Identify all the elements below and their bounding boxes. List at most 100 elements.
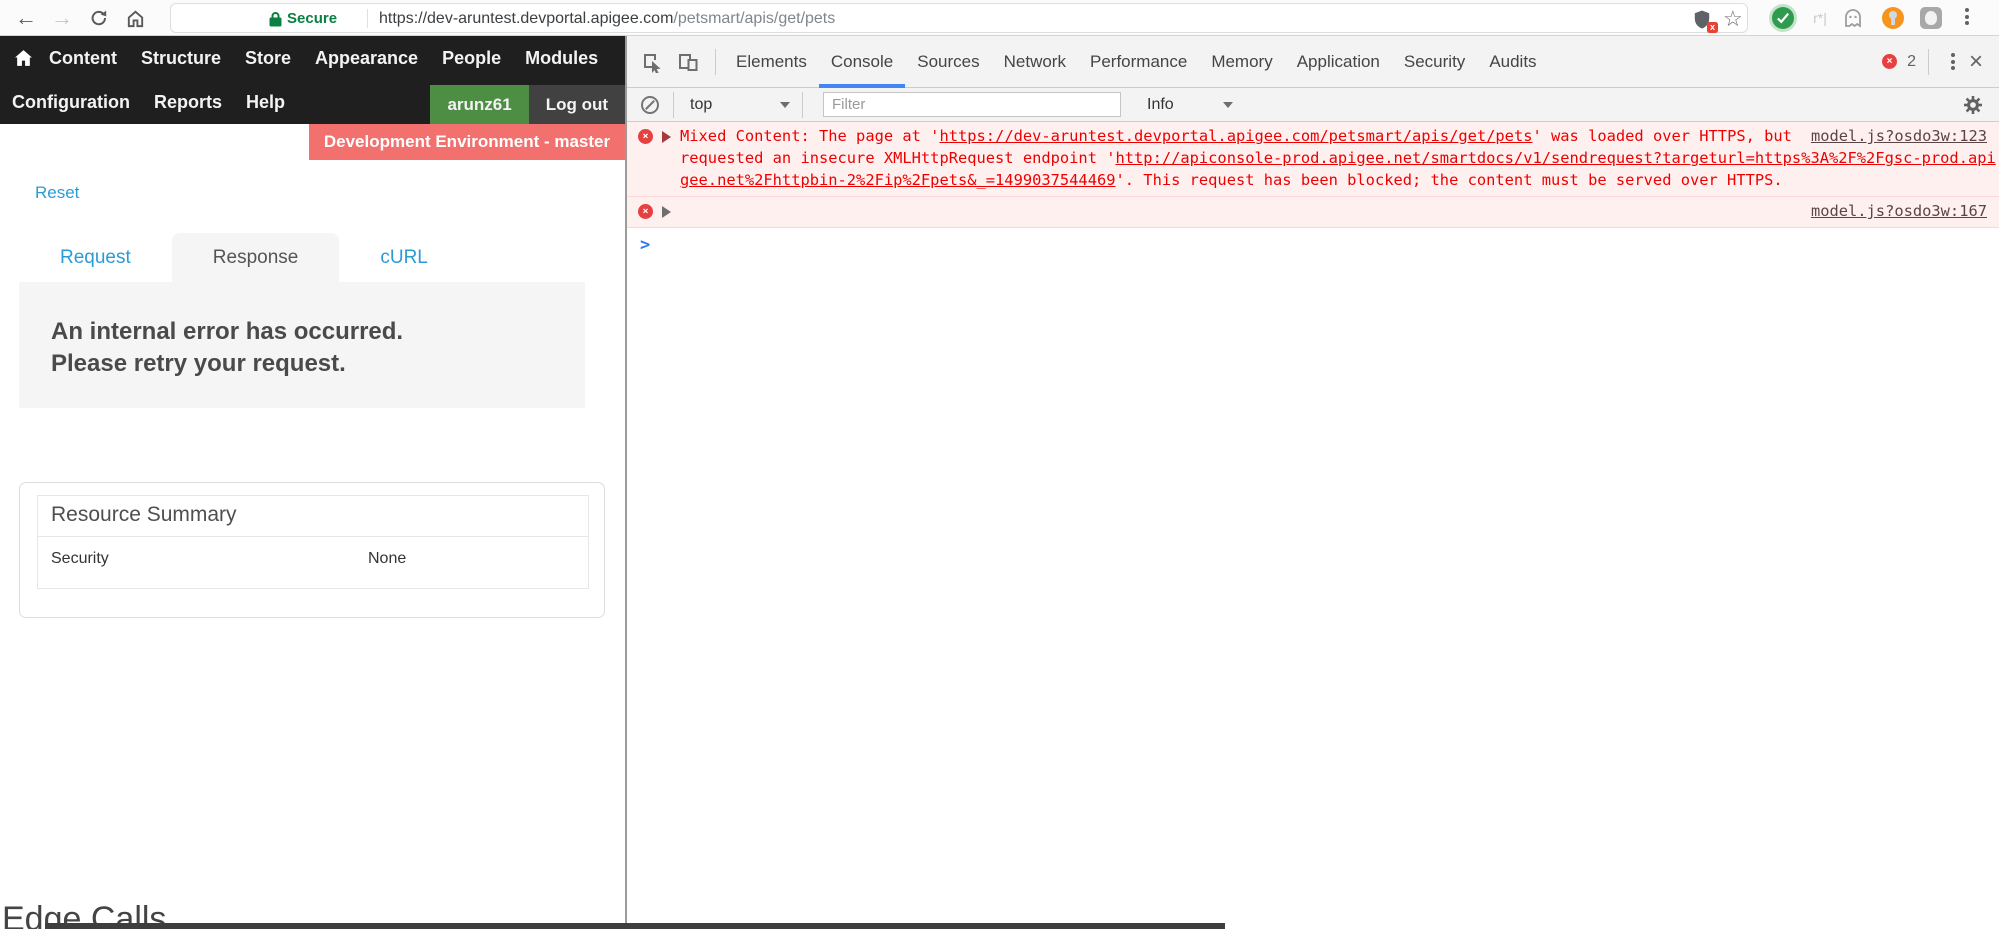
console-message-line: model.js?osdo3w:167 xyxy=(680,200,1987,222)
extension-vpn-icon[interactable] xyxy=(1882,7,1904,29)
devtools-tab-memory[interactable]: Memory xyxy=(1199,36,1284,88)
toolbar-separator xyxy=(1928,49,1929,75)
resource-summary-card: Resource Summary SecurityNone xyxy=(19,482,605,618)
console-toolbar: top Info xyxy=(627,88,1999,122)
chrome-menu-icon[interactable] xyxy=(1964,8,1970,28)
address-bar[interactable]: Secure https://dev-aruntest.devportal.ap… xyxy=(170,3,1748,33)
forward-button[interactable]: → xyxy=(48,0,76,36)
devtools-tab-elements[interactable]: Elements xyxy=(724,36,819,88)
resource-row-value: None xyxy=(368,550,406,568)
devtools-tab-application[interactable]: Application xyxy=(1285,36,1392,88)
error-badge-icon: × xyxy=(1882,54,1897,69)
admin-menu-structure[interactable]: Structure xyxy=(129,48,233,69)
response-panel: An internal error has occurred. Please r… xyxy=(19,282,585,408)
devtools-tabs: ElementsConsoleSourcesNetworkPerformance… xyxy=(724,36,1549,87)
devtools-pane: ElementsConsoleSourcesNetworkPerformance… xyxy=(627,36,1999,929)
devtools-close-icon[interactable]: × xyxy=(1969,50,1983,74)
content-blocked-shield-icon[interactable]: x xyxy=(1693,9,1715,31)
message-text: '. This request has been blocked; the co… xyxy=(1116,171,1783,189)
admin-toolbar-row2: ConfigurationReportsHelp arunz61 Log out xyxy=(0,80,625,124)
devtools-menu-icon[interactable] xyxy=(1947,53,1959,70)
message-url-text: https://dev-aruntest.devportal.apigee.co… xyxy=(939,127,1532,145)
tab-response[interactable]: Response xyxy=(172,233,340,282)
devtools-tab-security[interactable]: Security xyxy=(1392,36,1477,88)
console-message-line: requested an insecure XMLHttpRequest end… xyxy=(680,147,1987,169)
message-text: requested an insecure XMLHttpRequest end… xyxy=(680,149,1116,167)
admin-menu-modules[interactable]: Modules xyxy=(513,48,610,69)
console-settings-gear-icon[interactable] xyxy=(1963,95,1983,115)
error-circle-icon: × xyxy=(638,129,653,144)
url-text: https://dev-aruntest.devportal.apigee.co… xyxy=(379,10,835,28)
home-button[interactable] xyxy=(121,0,149,36)
resource-summary-rows: SecurityNone xyxy=(38,537,588,568)
expand-triangle-icon[interactable] xyxy=(662,131,671,143)
padlock-icon xyxy=(269,11,282,32)
bookmark-star-icon[interactable]: ☆ xyxy=(1723,6,1743,32)
chevron-down-icon xyxy=(780,102,790,108)
console-message-line: model.js?osdo3w:123 Mixed Content: The pa… xyxy=(680,125,1987,147)
resource-summary-table: Resource Summary SecurityNone xyxy=(37,495,589,589)
devtools-tab-audits[interactable]: Audits xyxy=(1477,36,1548,88)
admin-menu-reports[interactable]: Reports xyxy=(142,92,234,113)
log-level-value: Info xyxy=(1147,96,1174,114)
url-path: /petsmart/apis/get/pets xyxy=(673,10,835,27)
console-filter-input[interactable] xyxy=(823,92,1121,117)
extension-check-icon[interactable] xyxy=(1772,7,1794,29)
window-bottom-edge xyxy=(45,923,1225,929)
devtools-tab-performance[interactable]: Performance xyxy=(1078,36,1199,88)
resource-summary-title: Resource Summary xyxy=(38,496,588,537)
extension-gray-icon[interactable] xyxy=(1920,7,1942,29)
devtools-tabbar-right: × 2 × xyxy=(1882,49,1999,75)
environment-banner: Development Environment - master xyxy=(309,124,625,160)
context-selector-dropdown[interactable]: top xyxy=(682,91,800,119)
admin-menu-appearance[interactable]: Appearance xyxy=(303,48,430,69)
admin-menu-configuration[interactable]: Configuration xyxy=(0,92,142,113)
resource-summary-row: SecurityNone xyxy=(38,537,588,568)
admin-menu-content[interactable]: Content xyxy=(37,48,129,69)
admin-toolbar-row1: ContentStructureStoreAppearancePeopleMod… xyxy=(0,36,625,80)
clear-console-icon[interactable] xyxy=(641,96,659,114)
extension-faded-icon[interactable]: r*| xyxy=(1806,7,1834,29)
home-icon xyxy=(125,8,146,29)
refresh-button[interactable] xyxy=(85,0,113,36)
logout-button[interactable]: Log out xyxy=(529,85,625,124)
back-button[interactable]: ← xyxy=(12,0,40,36)
console-messages: × model.js?osdo3w:123 Mixed Content: The p… xyxy=(627,122,1999,228)
devtools-tab-network[interactable]: Network xyxy=(992,36,1078,88)
tab-curl[interactable]: cURL xyxy=(339,233,469,282)
admin-menu-help[interactable]: Help xyxy=(234,92,297,113)
admin-home-icon[interactable] xyxy=(14,49,33,67)
message-url-text: http://apiconsole-prod.apigee.net/smartd… xyxy=(1116,149,1996,167)
expand-triangle-icon[interactable] xyxy=(662,206,671,218)
log-level-dropdown[interactable]: Info xyxy=(1139,91,1243,119)
reset-link[interactable]: Reset xyxy=(35,183,79,203)
device-toolbar-icon[interactable] xyxy=(677,51,699,73)
message-url-text: gee.net%2Fhttpbin-2%2Fip%2Fpets&_=149903… xyxy=(680,171,1116,189)
console-source-link[interactable]: model.js?osdo3w:123 xyxy=(1811,125,1987,147)
url-separator xyxy=(367,9,368,28)
devtools-tabbar: ElementsConsoleSourcesNetworkPerformance… xyxy=(627,36,1999,88)
admin-menu-people[interactable]: People xyxy=(430,48,513,69)
devtools-tab-sources[interactable]: Sources xyxy=(905,36,991,88)
admin-menu-store[interactable]: Store xyxy=(233,48,303,69)
resource-row-label: Security xyxy=(51,550,368,568)
toolbar-separator xyxy=(802,92,803,118)
console-prompt-chevron[interactable]: > xyxy=(627,228,1999,255)
toolbar-separator xyxy=(715,49,716,75)
browser-window: ← → Secure https://dev-aruntest.devporta… xyxy=(0,0,1999,929)
username-button[interactable]: arunz61 xyxy=(430,85,528,124)
message-text: ' was loaded over HTTPS, but xyxy=(1532,127,1791,145)
chevron-down-icon xyxy=(1223,102,1233,108)
internal-error-message: An internal error has occurred. Please r… xyxy=(19,282,479,380)
error-count: 2 xyxy=(1907,53,1916,71)
console-source-link[interactable]: model.js?osdo3w:167 xyxy=(1811,200,1987,222)
extension-ghost-icon[interactable] xyxy=(1842,7,1864,29)
devtools-tab-console[interactable]: Console xyxy=(819,36,905,88)
console-output: × model.js?osdo3w:123 Mixed Content: The p… xyxy=(627,122,1999,929)
inspect-element-icon[interactable] xyxy=(641,51,663,73)
message-text: Mixed Content: The page at ' xyxy=(680,127,939,145)
toolbar-separator xyxy=(673,92,674,118)
refresh-icon xyxy=(89,8,109,28)
tab-request[interactable]: Request xyxy=(19,233,172,282)
admin-toolbar: ContentStructureStoreAppearancePeopleMod… xyxy=(0,36,625,124)
